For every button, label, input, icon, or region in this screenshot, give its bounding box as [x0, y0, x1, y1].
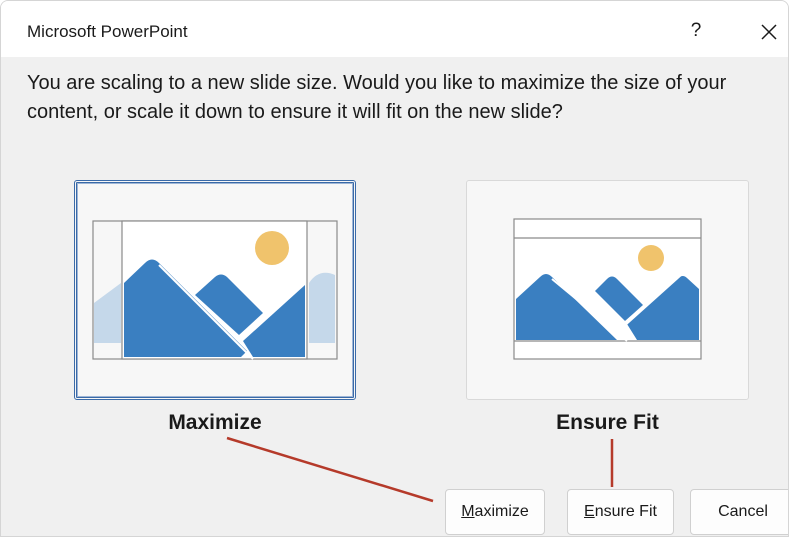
- maximize-button[interactable]: Maximize: [445, 489, 545, 535]
- dialog-message: You are scaling to a new slide size. Wou…: [27, 72, 727, 123]
- powerpoint-dialog: Microsoft PowerPoint ? You are scaling t…: [0, 0, 789, 537]
- close-button[interactable]: [753, 16, 785, 48]
- ensure-fit-button-label: nsure Fit: [594, 503, 657, 520]
- maximize-option[interactable]: [74, 180, 356, 400]
- maximize-mnemonic: M: [461, 503, 475, 520]
- ensure-fit-option-label: Ensure Fit: [556, 411, 659, 434]
- window-title: Microsoft PowerPoint: [27, 22, 188, 41]
- help-button[interactable]: ?: [681, 15, 711, 47]
- cancel-button[interactable]: Cancel: [690, 489, 788, 535]
- ensure-fit-button[interactable]: Ensure Fit: [567, 489, 674, 535]
- ensure-fit-option[interactable]: [466, 180, 749, 400]
- maximize-button-label: aximize: [474, 503, 529, 520]
- ensure-fit-preview-icon: [513, 218, 702, 360]
- title-bar: Microsoft PowerPoint ?: [1, 1, 788, 57]
- maximize-option-label: Maximize: [168, 411, 262, 434]
- annotation-line-maximize: [226, 436, 434, 503]
- ensure-fit-mnemonic: E: [584, 503, 595, 520]
- close-icon: [761, 24, 777, 40]
- maximize-preview-icon: [92, 220, 338, 360]
